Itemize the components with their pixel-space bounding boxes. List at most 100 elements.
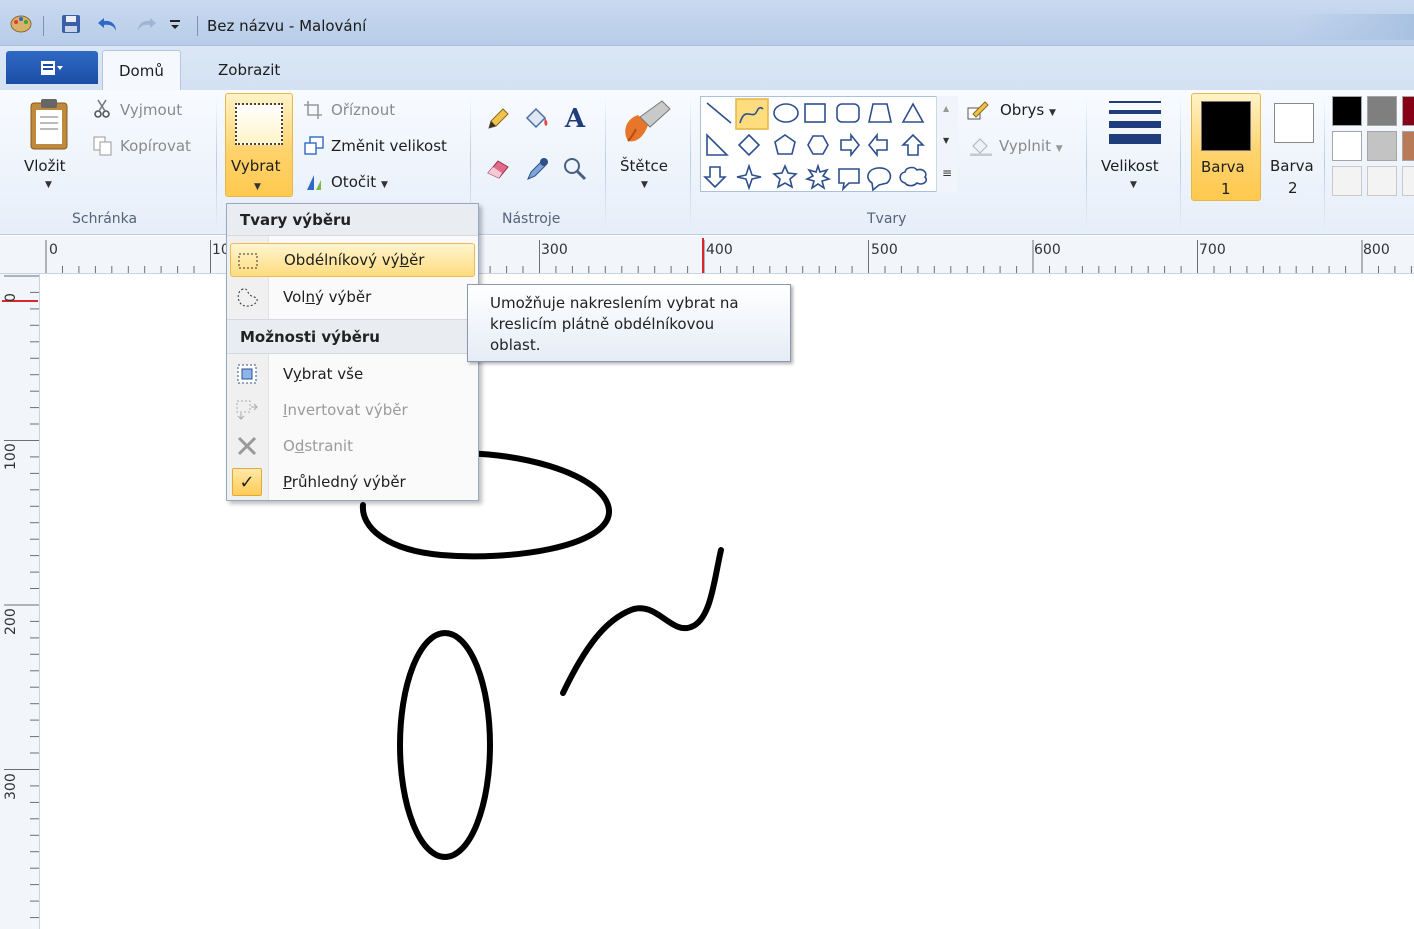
rotate-dropdown-arrow: ▼ — [380, 180, 388, 190]
color2-swatch[interactable] — [1274, 103, 1314, 143]
color-picker-icon[interactable] — [522, 154, 552, 184]
brushes-button[interactable]: Štětce — [620, 157, 668, 175]
ruler-label: 600 — [1034, 242, 1061, 258]
cut-icon[interactable] — [92, 98, 112, 120]
resize-icon[interactable] — [302, 135, 326, 157]
invert-selection-label: Invertovat výběr — [283, 401, 408, 419]
paste-button[interactable]: Vložit — [24, 157, 66, 175]
customize-qa-icon[interactable] — [166, 14, 184, 34]
select-rect-icon — [235, 103, 283, 145]
palette-swatch-empty[interactable] — [1367, 166, 1397, 196]
shapes-gallery[interactable] — [700, 96, 958, 192]
resize-button[interactable]: Změnit velikost — [331, 137, 447, 155]
fill-button[interactable]: Vyplnit ▼ — [999, 137, 1063, 155]
crop-icon[interactable] — [302, 99, 324, 121]
palette-swatch[interactable] — [1367, 96, 1397, 126]
free-form-selection-label: Volný výběr — [283, 288, 372, 306]
paint-menu-button[interactable] — [6, 51, 98, 84]
outline-icon[interactable] — [966, 99, 990, 121]
palette-swatch-empty[interactable] — [1332, 166, 1362, 196]
magnifier-icon[interactable] — [560, 154, 590, 184]
select-all-icon — [235, 363, 259, 385]
outline-button[interactable]: Obrys ▼ — [1000, 101, 1056, 119]
group-separator — [1086, 96, 1087, 231]
tab-view[interactable]: Zobrazit — [202, 50, 296, 90]
fill-dropdown-arrow: ▼ — [1055, 144, 1063, 154]
shapes-gallery-icons — [703, 98, 928, 192]
copy-icon[interactable] — [92, 135, 114, 157]
rectangular-selection-item[interactable]: Obdélníkový výběr — [230, 243, 475, 277]
window-controls[interactable] — [1294, 14, 1414, 40]
color2-button[interactable]: Barva — [1270, 157, 1314, 175]
cut-button[interactable]: Vyjmout — [120, 101, 182, 119]
select-all-item[interactable]: Vybrat vše — [227, 357, 478, 391]
save-icon[interactable] — [58, 14, 84, 34]
color2-number: 2 — [1288, 179, 1298, 197]
clipboard-group-label: Schránka — [72, 211, 138, 227]
drawn-ellipse-vertical — [397, 630, 493, 860]
gallery-expand-icon[interactable]: ≡ — [942, 166, 952, 180]
palette-swatch[interactable] — [1332, 131, 1362, 161]
line-size-icon[interactable] — [1106, 98, 1164, 146]
text-tool-icon[interactable]: A — [560, 104, 590, 134]
invert-selection-item[interactable]: Invertovat výběr — [227, 393, 478, 427]
palette-swatch[interactable] — [1402, 131, 1414, 161]
group-separator — [1324, 96, 1325, 231]
brushes-dropdown-arrow[interactable]: ▼ — [641, 180, 648, 190]
select-all-label: Vybrat vše — [283, 365, 364, 383]
undo-icon[interactable] — [94, 14, 122, 34]
ruler-label: 700 — [1199, 242, 1226, 258]
palette-swatch[interactable] — [1332, 96, 1362, 126]
redo-icon[interactable] — [132, 14, 160, 34]
size-dropdown-arrow[interactable]: ▼ — [1130, 180, 1137, 190]
checkmark-icon: ✓ — [232, 468, 262, 496]
size-button[interactable]: Velikost — [1101, 157, 1159, 175]
paste-icon[interactable] — [24, 96, 74, 152]
scroll-down-icon[interactable]: ▼ — [943, 136, 949, 145]
paste-dropdown-arrow[interactable]: ▼ — [45, 180, 52, 190]
tools-group-label: Nástroje — [502, 211, 561, 227]
palette-swatch[interactable] — [1367, 131, 1397, 161]
eraser-icon[interactable] — [483, 154, 513, 184]
ribbon-tab-row: Domů Zobrazit — [0, 46, 1414, 90]
select-button[interactable]: Vybrat ▼ — [225, 93, 293, 197]
ruler-label: 0 — [49, 242, 58, 258]
vertical-ruler-ticks — [2, 275, 39, 919]
color1-button[interactable]: Barva 1 — [1191, 93, 1261, 201]
fill-bucket-icon[interactable] — [519, 104, 553, 134]
crop-button[interactable]: Oříznout — [331, 101, 395, 119]
transparent-selection-label: Průhledný výběr — [283, 473, 406, 491]
ruler-label: 100 — [3, 443, 19, 470]
delete-selection-item[interactable]: Odstranit — [227, 429, 478, 463]
rectangular-selection-icon — [236, 250, 260, 272]
rotate-button[interactable]: Otočit ▼ — [331, 173, 388, 191]
ruler-label: 500 — [871, 242, 898, 258]
paint-app-icon[interactable] — [6, 14, 36, 34]
palette-swatch[interactable] — [1402, 96, 1414, 126]
ruler-label: 200 — [3, 608, 19, 635]
select-dropdown-menu: Tvary výběru Obdélníkový výběr Volný výb… — [226, 203, 479, 501]
color1-swatch — [1201, 101, 1251, 151]
free-form-selection-item[interactable]: Volný výběr — [227, 280, 478, 314]
shapes-group-label: Tvary — [867, 211, 907, 227]
group-separator — [690, 96, 691, 231]
select-dropdown-arrow: ▼ — [254, 182, 261, 192]
horizontal-ruler: 0 100 300 400 500 600 700 800 — [0, 236, 1414, 274]
transparent-selection-item[interactable]: ✓ Průhledný výběr — [227, 465, 478, 499]
tab-home[interactable]: Domů — [102, 50, 181, 90]
ribbon: Vložit ▼ Vyjmout Kopírovat Schránka Vybr… — [0, 90, 1414, 235]
invert-selection-icon — [235, 399, 259, 421]
palette-swatch-empty[interactable] — [1402, 166, 1414, 196]
scroll-up-icon[interactable]: ▲ — [943, 104, 949, 113]
group-separator — [605, 96, 606, 231]
vertical-ruler: 0 100 200 300 — [0, 274, 40, 929]
rotate-icon[interactable] — [302, 171, 326, 193]
fill-icon[interactable] — [968, 135, 994, 157]
menu-icon — [41, 60, 63, 75]
copy-button[interactable]: Kopírovat — [120, 137, 191, 155]
ruler-label: 0 — [3, 293, 19, 302]
pencil-icon[interactable] — [483, 104, 513, 134]
delete-icon — [235, 435, 259, 457]
brushes-icon[interactable] — [617, 96, 675, 152]
shapes-gallery-scrollbar[interactable]: ▲ ▼ ≡ — [936, 96, 958, 192]
